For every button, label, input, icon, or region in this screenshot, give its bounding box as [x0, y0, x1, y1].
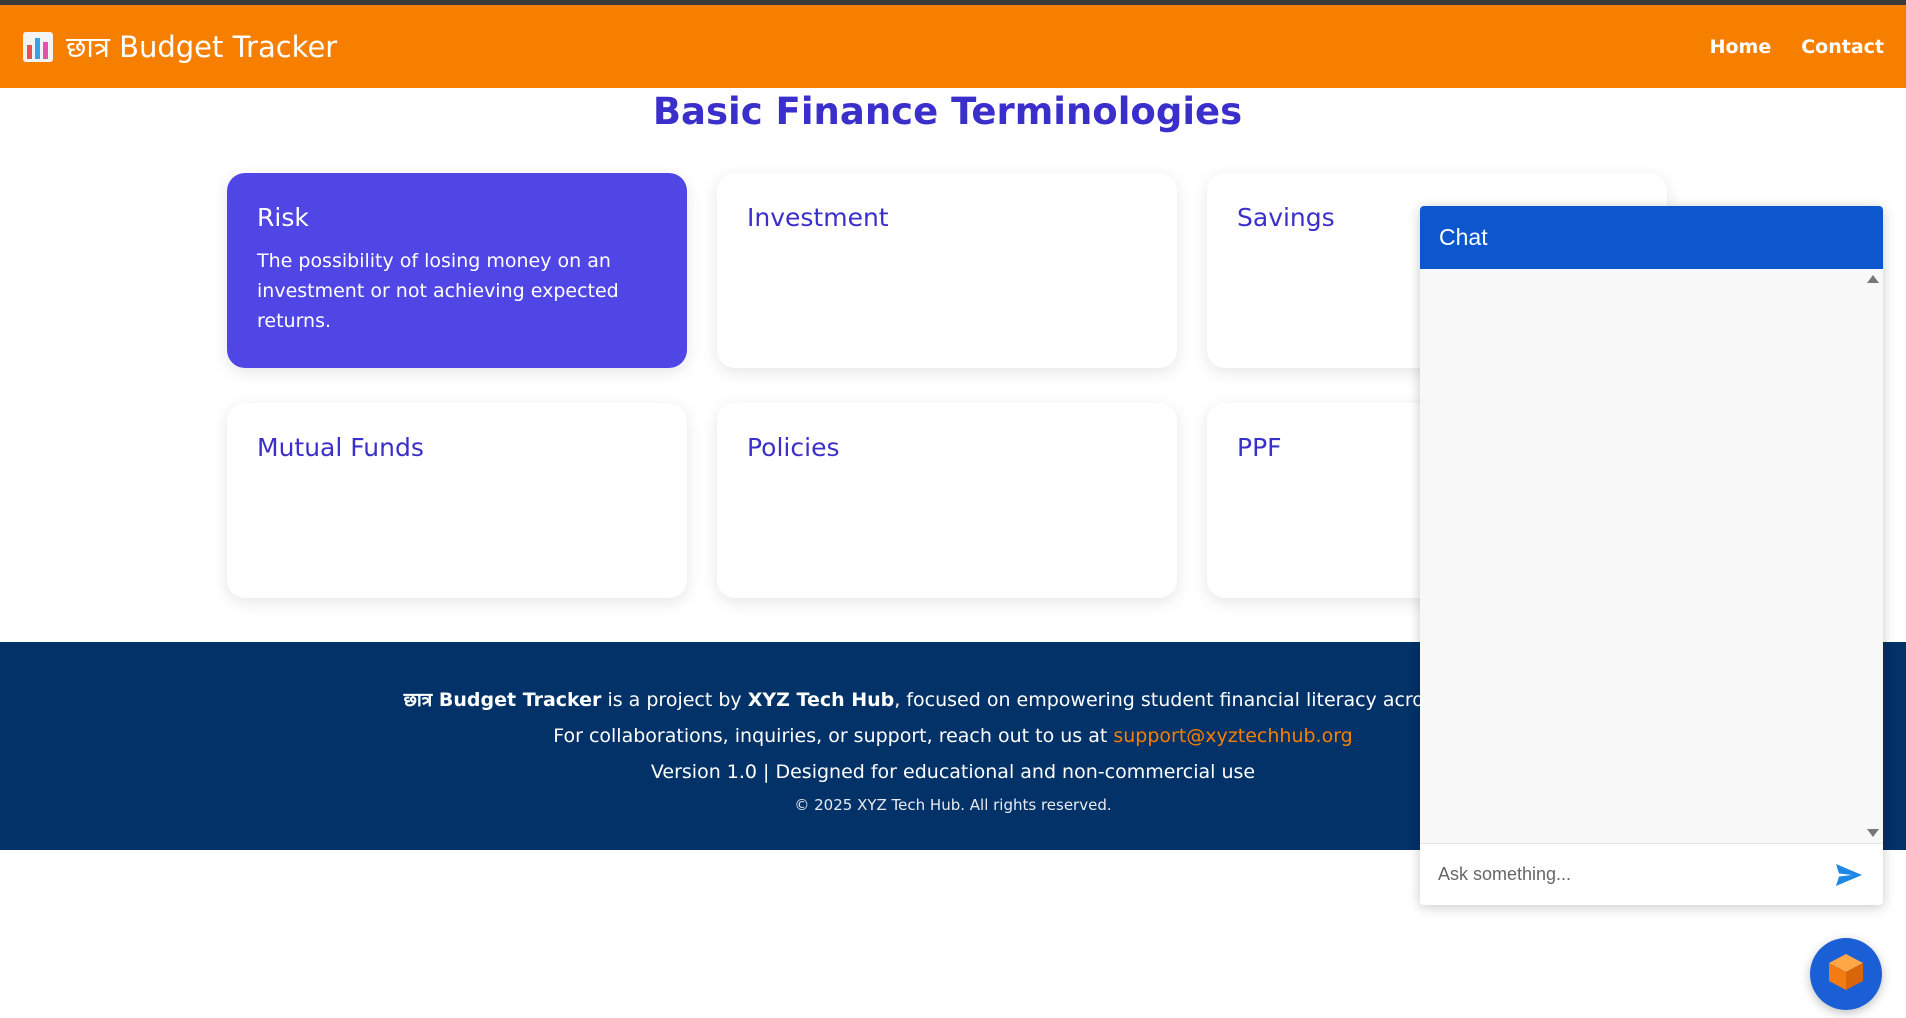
- chat-input[interactable]: [1438, 864, 1833, 885]
- card-title: Risk: [257, 203, 309, 232]
- page-title: Basic Finance Terminologies: [652, 90, 1243, 133]
- chat-launcher-button[interactable]: [1810, 938, 1882, 1010]
- footer-text: , focused on empowering student financia…: [894, 689, 1503, 711]
- chat-header: Chat: [1420, 206, 1883, 269]
- cube-icon: [1827, 952, 1865, 996]
- card-title: Policies: [747, 433, 840, 462]
- footer-text: is a project by: [601, 689, 748, 711]
- navbar: छात्र Budget Tracker Home Contact: [0, 5, 1906, 88]
- footer-contact-text: For collaborations, inquiries, or suppor…: [553, 725, 1114, 747]
- nav-contact-link[interactable]: Contact: [1801, 36, 1884, 58]
- nav-home-link[interactable]: Home: [1710, 36, 1772, 58]
- scroll-down-arrow-icon[interactable]: [1867, 829, 1879, 837]
- brand-name: छात्र Budget Tracker: [66, 30, 338, 64]
- send-icon[interactable]: [1833, 859, 1865, 891]
- footer-org: XYZ Tech Hub: [747, 689, 895, 711]
- card-description: The possibility of losing money on an in…: [257, 250, 619, 332]
- card-policies[interactable]: Policies: [717, 403, 1177, 598]
- bar-chart-icon: [22, 31, 54, 63]
- brand[interactable]: छात्र Budget Tracker: [22, 27, 337, 66]
- card-title: Mutual Funds: [257, 433, 424, 462]
- card-investment[interactable]: Investment: [717, 173, 1177, 368]
- chat-input-row: [1420, 843, 1883, 905]
- support-email-link[interactable]: support@xyztechhub.org: [1113, 725, 1352, 747]
- card-title: Investment: [747, 203, 889, 232]
- scroll-up-arrow-icon[interactable]: [1867, 275, 1879, 283]
- card-mutual-funds[interactable]: Mutual Funds: [227, 403, 687, 598]
- nav-links: Home Contact: [1710, 36, 1884, 58]
- chat-panel: Chat: [1420, 206, 1883, 905]
- footer-brand: छात्र Budget Tracker: [403, 689, 602, 711]
- card-risk[interactable]: Risk The possibility of losing money on …: [227, 173, 687, 368]
- chat-messages[interactable]: [1420, 269, 1883, 843]
